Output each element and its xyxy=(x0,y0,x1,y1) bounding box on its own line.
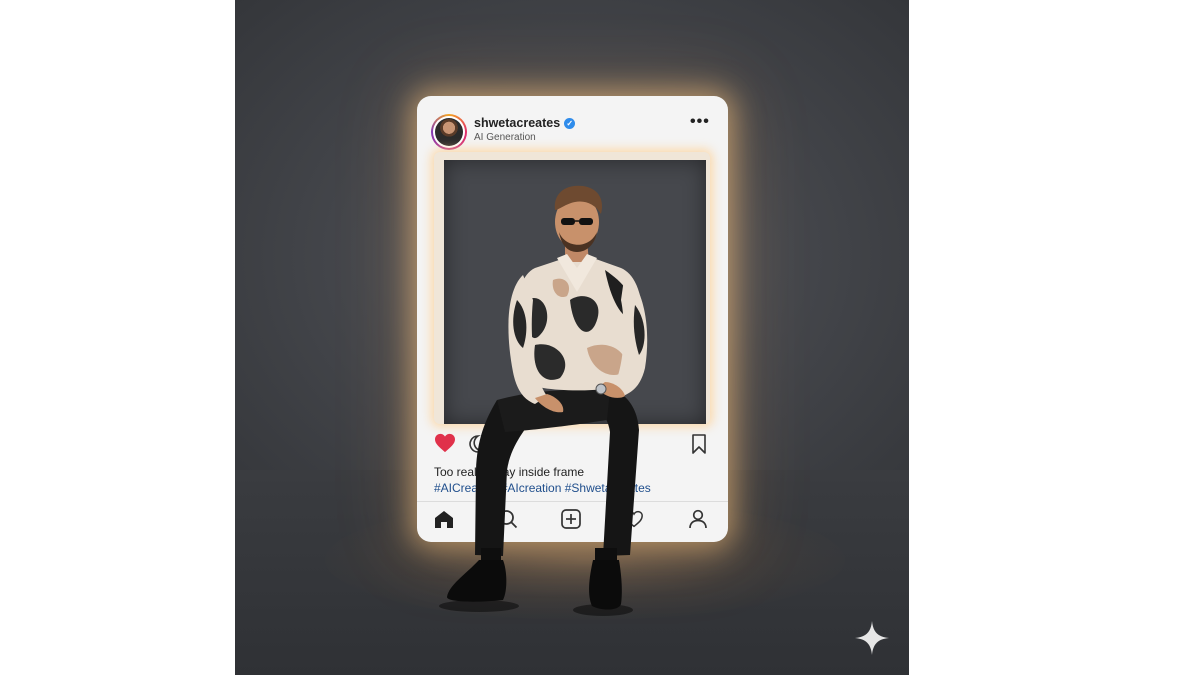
image-canvas: shwetacreates ✓ AI Generation ••• Too re… xyxy=(235,0,909,675)
sparkle-icon xyxy=(855,621,889,655)
post-subtitle: AI Generation xyxy=(474,132,536,143)
bookmark-icon[interactable] xyxy=(689,433,709,455)
activity-heart-icon[interactable] xyxy=(623,508,645,530)
avatar-photo xyxy=(435,118,463,146)
post-caption: Too real to stay inside frame xyxy=(434,465,585,479)
username[interactable]: shwetacreates xyxy=(474,116,560,130)
post-header: shwetacreates ✓ xyxy=(474,116,576,130)
nav-divider xyxy=(417,501,728,502)
instagram-post-frame: shwetacreates ✓ AI Generation ••• Too re… xyxy=(417,96,728,542)
profile-icon[interactable] xyxy=(687,508,709,530)
verified-badge-icon: ✓ xyxy=(564,117,576,129)
post-hashtags[interactable]: #AICreation #AIcreation #Shwetacreates xyxy=(434,481,651,495)
search-icon[interactable] xyxy=(497,508,519,530)
comment-icon[interactable] xyxy=(467,433,489,455)
home-icon[interactable] xyxy=(433,508,455,530)
create-post-icon[interactable] xyxy=(560,508,582,530)
heart-icon[interactable] xyxy=(433,432,457,454)
more-options-icon[interactable]: ••• xyxy=(690,113,710,131)
post-photo-frame xyxy=(434,152,710,424)
post-photo xyxy=(444,160,706,424)
avatar[interactable] xyxy=(431,114,467,150)
